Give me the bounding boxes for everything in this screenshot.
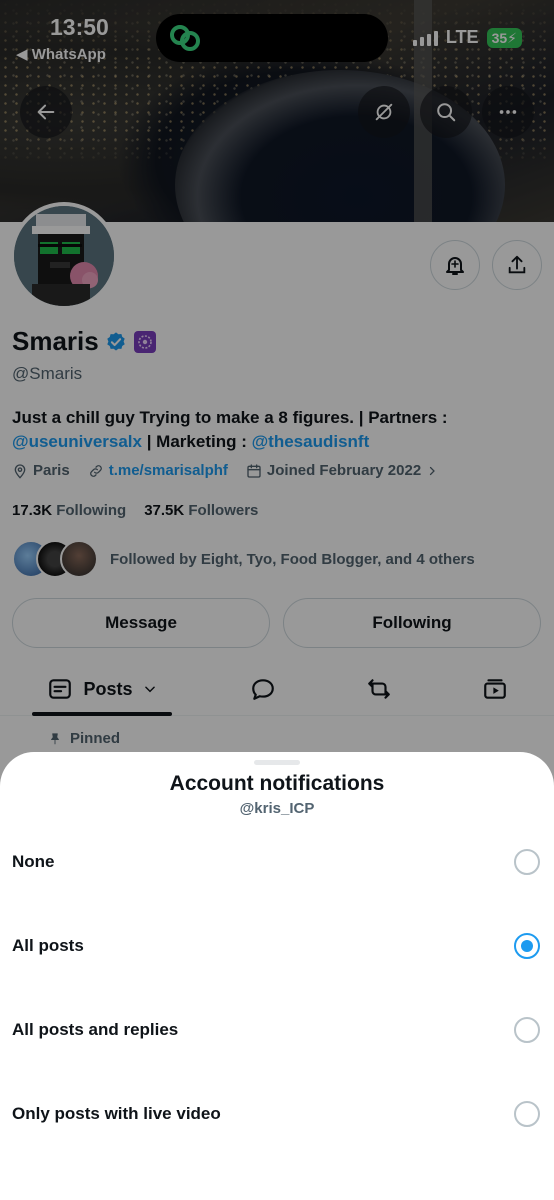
sheet-title: Account notifications [169, 772, 385, 795]
option-label: None [12, 852, 55, 871]
option-label: All posts [12, 936, 84, 955]
radio-none[interactable] [514, 849, 540, 875]
radio-all-posts[interactable] [514, 933, 540, 959]
account-notifications-sheet: Account notifications @kris_ICP None All… [0, 752, 554, 1200]
option-label: Only posts with live video [12, 1104, 221, 1123]
option-label: All posts and replies [12, 1020, 179, 1039]
sheet-subtitle: @kris_ICP [239, 800, 315, 817]
radio-all-posts-and-replies[interactable] [514, 1017, 540, 1043]
option-live-video[interactable]: Only posts with live video [0, 1084, 554, 1144]
option-all-posts[interactable]: All posts [0, 916, 554, 976]
sheet-grabber[interactable] [254, 760, 300, 765]
radio-live-video[interactable] [514, 1101, 540, 1127]
option-none[interactable]: None [0, 832, 554, 892]
option-all-posts-and-replies[interactable]: All posts and replies [0, 1000, 554, 1060]
